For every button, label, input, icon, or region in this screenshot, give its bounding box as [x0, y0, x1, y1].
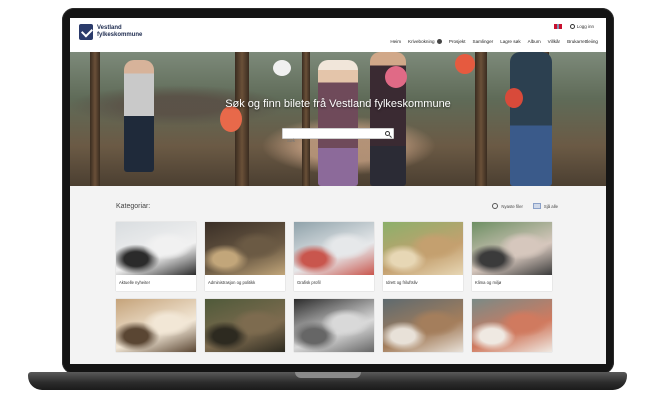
- category-thumbnail: [472, 222, 552, 275]
- clock-icon: [492, 203, 499, 209]
- search-input[interactable]: [283, 136, 379, 145]
- category-thumbnail: [294, 299, 374, 352]
- nav-item-krivebokning[interactable]: Krivebokning: [408, 39, 442, 45]
- grid-view-icon: [532, 203, 541, 209]
- site-header: Vestland fylkeskommune Logg inn Heim Kri…: [70, 18, 606, 52]
- category-label: Klima og miljø: [475, 280, 502, 285]
- category-thumbnail: [472, 299, 552, 352]
- category-card[interactable]: Grafisk profil: [294, 222, 374, 291]
- category-label: Aktuelle nyheiter: [119, 280, 150, 285]
- category-card[interactable]: Klima og miljø: [472, 222, 552, 291]
- hero-photo-tree: [302, 52, 310, 186]
- category-card[interactable]: Idrett og friluftsliv: [383, 222, 463, 291]
- categories-tools: Nyaste filer Sjå alle: [492, 203, 558, 209]
- hero-photo-person: [124, 60, 154, 172]
- category-thumbnail: [116, 222, 196, 275]
- site-logo[interactable]: Vestland fylkeskommune: [79, 24, 157, 40]
- category-card[interactable]: Administrasjon og politikk: [205, 222, 285, 291]
- user-icon: [569, 24, 575, 29]
- flag-icon[interactable]: [553, 24, 562, 29]
- nav-item-album[interactable]: Album: [528, 39, 541, 44]
- category-label: Grafisk profil: [297, 280, 321, 285]
- laptop-notch: [295, 372, 361, 378]
- hero-photo-person: [510, 52, 552, 186]
- category-card[interactable]: [294, 299, 374, 352]
- logo-icon: [79, 24, 93, 40]
- logo-text: Vestland fylkeskommune: [97, 25, 157, 39]
- login-label: Logg inn: [576, 24, 594, 29]
- category-card[interactable]: [383, 299, 463, 352]
- hero-photo-tree: [90, 52, 100, 186]
- search-icon[interactable]: [385, 131, 390, 136]
- categories-section: Kategoriar: Nyaste filer Sjå alle Aktuel…: [70, 186, 606, 364]
- nav-item-brukarrettleiing[interactable]: Brukarrettleiing: [567, 39, 598, 44]
- category-thumbnail: [116, 299, 196, 352]
- category-grid: Aktuelle nyheiter Administrasjon og polit…: [116, 222, 552, 352]
- category-label: Idrett og friluftsliv: [386, 280, 418, 285]
- search-box: [282, 128, 394, 145]
- hero-title: Søk og finn bilete frå Vestland fylkesko…: [225, 98, 451, 110]
- nav-item-villkar[interactable]: Villkår: [548, 39, 560, 44]
- category-thumbnail: [205, 222, 285, 275]
- nav-item-samlinger[interactable]: Samlinger: [473, 39, 494, 44]
- laptop-frame: Vestland fylkeskommune Logg inn Heim Kri…: [0, 0, 655, 399]
- hero-photo-balloon: [273, 60, 291, 76]
- logo-line-2: fylkeskommune: [97, 32, 143, 38]
- hero-photo-person: [318, 60, 358, 186]
- recent-files-link[interactable]: Nyaste filer: [492, 203, 523, 209]
- category-thumbnail: [205, 299, 285, 352]
- category-thumbnail: [294, 222, 374, 275]
- main-nav: Heim Krivebokning Prosjekt Samlinger Lag…: [390, 39, 598, 45]
- view-all-label: Sjå alle: [543, 203, 558, 209]
- hero-photo-tree: [475, 52, 487, 186]
- category-card[interactable]: [205, 299, 285, 352]
- hero-photo-balloon: [385, 66, 407, 88]
- logo-line-1: Vestland: [97, 25, 122, 31]
- hero-banner: Søk og finn bilete frå Vestland fylkesko…: [70, 52, 606, 186]
- category-card[interactable]: Aktuelle nyheiter: [116, 222, 196, 291]
- category-thumbnail: [383, 222, 463, 275]
- categories-title: Kategoriar:: [116, 203, 151, 210]
- nav-item-lagre-sok[interactable]: Lagre søk: [500, 39, 520, 44]
- category-thumbnail: [383, 299, 463, 352]
- help-icon: [436, 39, 442, 45]
- login-link[interactable]: Logg inn: [569, 24, 594, 29]
- browser-screen: Vestland fylkeskommune Logg inn Heim Kri…: [70, 18, 606, 364]
- category-card[interactable]: [116, 299, 196, 352]
- recent-files-label: Nyaste filer: [501, 203, 523, 209]
- category-label: Administrasjon og politikk: [208, 280, 256, 285]
- top-utility: Logg inn: [553, 24, 594, 29]
- category-card[interactable]: [472, 299, 552, 352]
- nav-item-heim[interactable]: Heim: [390, 39, 401, 44]
- nav-item-prosjekt[interactable]: Prosjekt: [449, 39, 466, 44]
- view-all-link[interactable]: Sjå alle: [532, 203, 558, 209]
- hero-photo-balloon: [455, 54, 475, 74]
